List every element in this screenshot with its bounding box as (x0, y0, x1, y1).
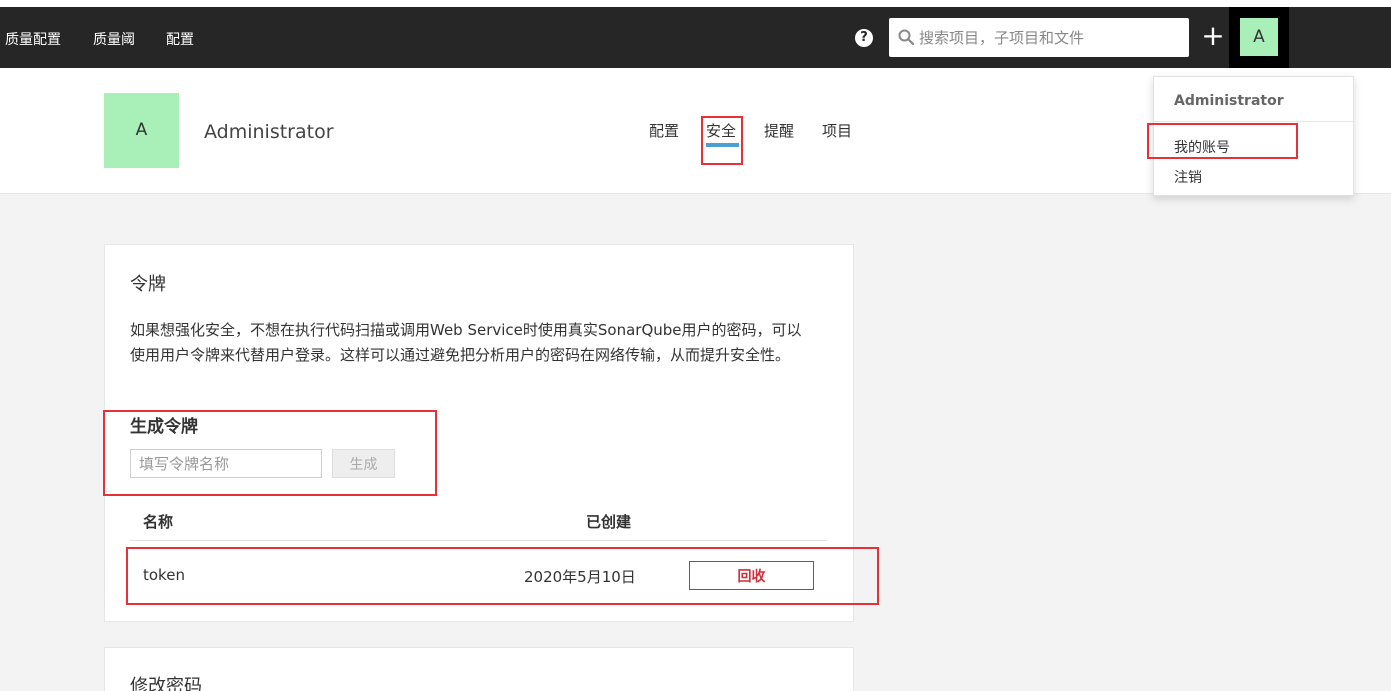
generate-button[interactable]: 生成 (332, 449, 395, 478)
generate-token-title: 生成令牌 (130, 417, 198, 437)
search-box[interactable] (889, 18, 1189, 57)
user-name: Administrator (204, 121, 334, 143)
top-navbar: 质量配置 质量阈 配置 ? + A (0, 7, 1391, 68)
tab-profile[interactable]: 配置 (649, 120, 679, 141)
avatar[interactable]: A (1240, 18, 1278, 56)
menu-item-logout[interactable]: 注销 (1174, 167, 1202, 187)
help-icon[interactable]: ? (855, 29, 873, 47)
tokens-card: 令牌 如果想强化安全，不想在执行代码扫描或调用Web Service时使用真实S… (104, 244, 854, 622)
active-tab-indicator (706, 143, 739, 147)
dropdown-user-name: Administrator (1174, 93, 1284, 109)
token-row-created: 2020年5月10日 (524, 568, 636, 586)
change-password-card: 修改密码 (104, 647, 854, 691)
search-input[interactable] (919, 26, 1179, 50)
column-header-created: 已创建 (586, 513, 632, 531)
change-password-title: 修改密码 (130, 676, 202, 691)
tab-security[interactable]: 安全 (706, 120, 736, 141)
table-divider (130, 540, 827, 541)
token-name-input[interactable] (130, 449, 322, 478)
tokens-description: 如果想强化安全，不想在执行代码扫描或调用Web Service时使用真实Sona… (130, 321, 802, 364)
revoke-button[interactable]: 回收 (689, 561, 814, 590)
user-avatar-large: A (104, 93, 179, 168)
dropdown-divider (1154, 121, 1353, 122)
user-dropdown-menu: Administrator 我的账号 注销 (1153, 76, 1354, 196)
nav-quality-profiles[interactable]: 质量配置 (5, 29, 61, 49)
tab-projects[interactable]: 项目 (822, 120, 852, 141)
tab-notifications[interactable]: 提醒 (764, 120, 794, 141)
top-strip (0, 0, 1391, 7)
nav-quality-gates[interactable]: 质量阈 (93, 29, 135, 49)
token-row-name: token (143, 566, 185, 584)
search-icon (898, 29, 915, 46)
plus-icon[interactable]: + (1201, 21, 1225, 51)
user-menu-button[interactable]: A (1229, 7, 1289, 68)
nav-configuration[interactable]: 配置 (166, 29, 194, 49)
menu-item-my-account[interactable]: 我的账号 (1174, 137, 1230, 157)
column-header-name: 名称 (143, 513, 174, 531)
tokens-title: 令牌 (130, 274, 166, 295)
